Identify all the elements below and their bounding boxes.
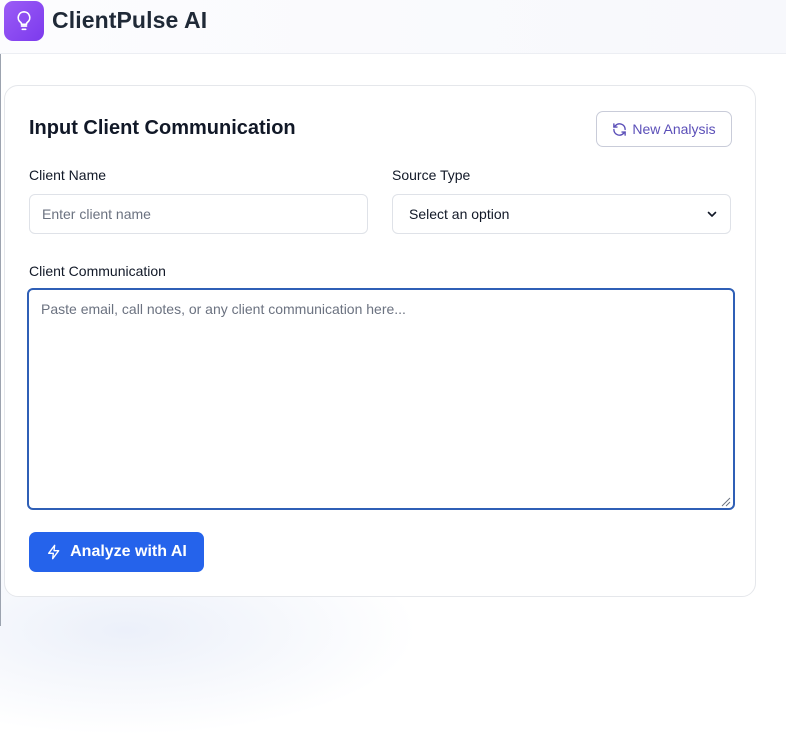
window-edge [0, 54, 1, 626]
analyze-label: Analyze with AI [70, 543, 187, 560]
refresh-icon [613, 122, 627, 136]
new-analysis-button[interactable]: New Analysis [596, 111, 732, 147]
app-title: ClientPulse AI [52, 7, 208, 33]
client-communication-label: Client Communication [29, 263, 166, 279]
source-type-label: Source Type [392, 167, 471, 183]
resize-handle-icon[interactable] [720, 496, 731, 507]
analyze-button[interactable]: Analyze with AI [29, 532, 204, 572]
app-logo [4, 1, 44, 41]
app-header: ClientPulse AI [0, 0, 786, 54]
card-title: Input Client Communication [29, 117, 296, 139]
input-card: Input Client Communication New Analysis … [4, 85, 756, 597]
client-communication-textarea[interactable] [27, 288, 735, 510]
source-type-select[interactable]: Select an option [392, 194, 731, 234]
lightning-icon [48, 544, 60, 560]
chevron-down-icon [707, 211, 717, 217]
lightbulb-icon [17, 10, 31, 31]
source-type-selected: Select an option [409, 206, 510, 222]
client-name-input[interactable] [29, 194, 368, 234]
client-name-label: Client Name [29, 167, 107, 183]
new-analysis-label: New Analysis [632, 121, 716, 137]
